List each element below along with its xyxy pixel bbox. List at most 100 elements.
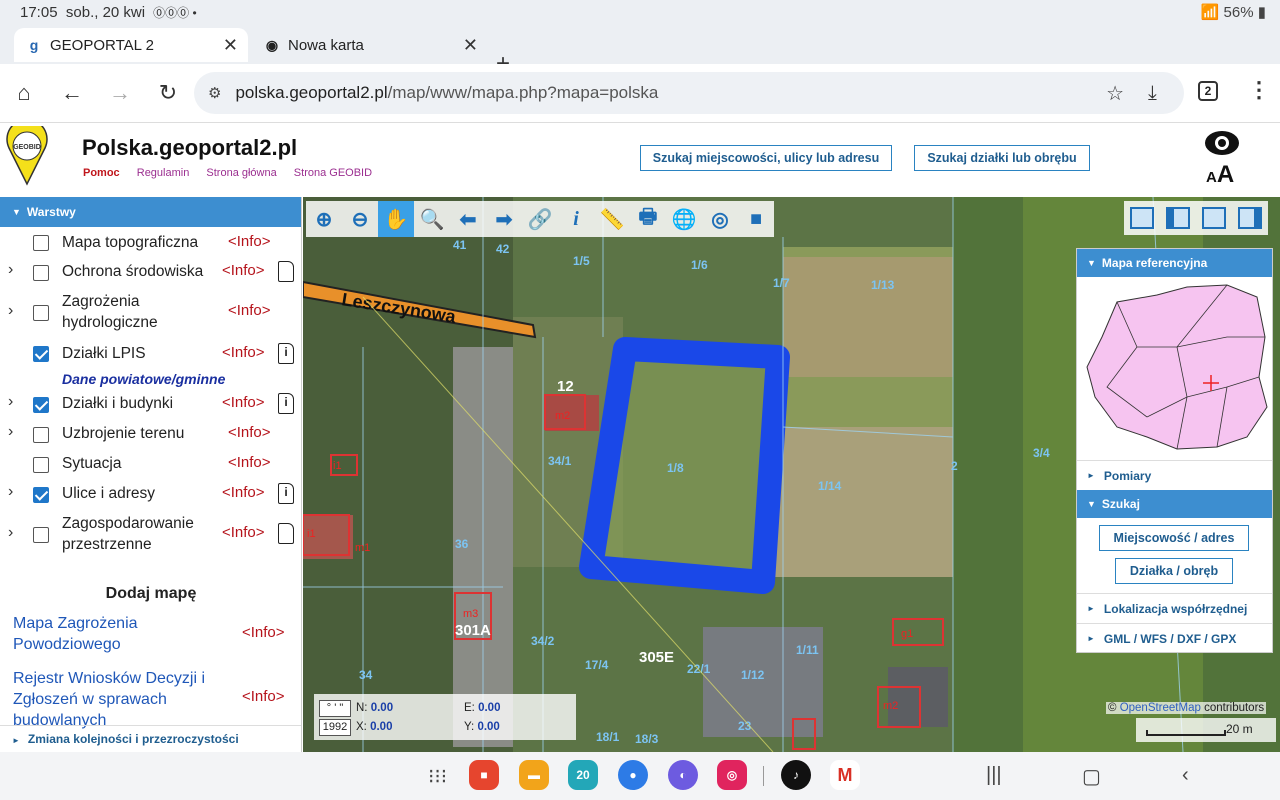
app-icon-calendar[interactable]: 20	[568, 760, 598, 790]
layer-info-link[interactable]: <Info>	[222, 394, 265, 411]
layers-panel-header[interactable]: ▼ Warstwy	[0, 197, 301, 227]
layer-checkbox[interactable]	[33, 235, 49, 251]
address-bar[interactable]: ⚙ polska.geoportal2.pl/map/www/mapa.php?…	[194, 72, 1184, 114]
coordinate-location-section[interactable]: ► Lokalizacja współrzędnej	[1077, 593, 1272, 623]
zoom-out-icon[interactable]: ⊖	[342, 201, 378, 237]
layout-export-icon[interactable]	[1196, 201, 1232, 235]
layer-info-link[interactable]: <Info>	[228, 233, 271, 250]
app-icon-camera[interactable]: ◎	[717, 760, 747, 790]
document-icon[interactable]	[278, 523, 294, 544]
search-parcel-panel-button[interactable]: Działka / obręb	[1115, 558, 1233, 584]
layer-checkbox[interactable]	[33, 305, 49, 321]
tab-new[interactable]: ◉ Nowa karta ✕	[252, 28, 488, 62]
app-icon-notes[interactable]: ■	[469, 760, 499, 790]
document-icon[interactable]	[278, 261, 294, 282]
reference-map-header[interactable]: ▼ Mapa referencyjna	[1077, 249, 1272, 277]
tab-count-button[interactable]: 2	[1198, 81, 1218, 101]
app-icon-tiktok[interactable]: ♪	[781, 760, 811, 790]
layout-left-panel-icon[interactable]	[1160, 201, 1196, 235]
svg-text:m3: m3	[463, 608, 478, 620]
layer-checkbox[interactable]	[33, 265, 49, 281]
video-camera-icon[interactable]: ■	[738, 201, 774, 237]
link-icon[interactable]: 🔗	[522, 201, 558, 237]
app-drawer-icon[interactable]: ⁝⁝⁝	[428, 764, 447, 789]
search-section-header[interactable]: ▼ Szukaj	[1077, 490, 1272, 518]
expand-chevron-icon[interactable]: ›	[8, 302, 13, 320]
tab-geoportal[interactable]: g GEOPORTAL 2 ✕	[14, 28, 248, 62]
font-size-toggle[interactable]: AA	[1206, 161, 1234, 189]
coord-format-button[interactable]: ° ' "	[319, 700, 351, 717]
back-icon[interactable]: ←	[58, 80, 86, 106]
flood-map-link[interactable]: Mapa Zagrożenia Powodziowego	[13, 613, 213, 655]
layer-info-link[interactable]: <Info>	[222, 262, 265, 279]
geobid-link[interactable]: Strona GEOBID	[294, 167, 372, 179]
previous-view-icon[interactable]: ⬅	[450, 201, 486, 237]
back-button-icon[interactable]: ‹	[1182, 764, 1189, 787]
layer-info-link[interactable]: <Info>	[222, 524, 265, 541]
building-register-info-link[interactable]: <Info>	[242, 688, 285, 705]
zoom-in-icon[interactable]: ⊕	[306, 201, 342, 237]
search-place-button[interactable]: Miejscowość / adres	[1099, 525, 1249, 551]
search-parcel-button[interactable]: Szukaj działki lub obrębu	[914, 145, 1090, 171]
next-view-icon[interactable]: ➡	[486, 201, 522, 237]
home-icon[interactable]: ⌂	[10, 80, 38, 106]
search-address-button[interactable]: Szukaj miejscowości, ulicy lub adresu	[640, 145, 892, 171]
layer-order-link[interactable]: ► Zmiana kolejności i przezroczystości	[0, 725, 301, 752]
layer-info-link[interactable]: <Info>	[228, 424, 271, 441]
app-icon-browser[interactable]: ◐	[668, 760, 698, 790]
reference-map-poland[interactable]	[1077, 277, 1272, 455]
app-icon-messages[interactable]: ●	[618, 760, 648, 790]
scale-bar: 20 m	[1136, 718, 1276, 742]
home-link[interactable]: Strona główna	[206, 167, 276, 179]
info-document-icon[interactable]: i	[278, 343, 294, 364]
accessibility-eye-icon[interactable]	[1204, 129, 1240, 157]
bookmark-star-icon[interactable]: ☆	[1106, 81, 1124, 106]
coord-system-button[interactable]: 1992	[319, 719, 351, 736]
measure-ruler-icon[interactable]: 📏	[594, 201, 630, 237]
forward-icon[interactable]: →	[106, 80, 134, 106]
layer-info-link[interactable]: <Info>	[222, 344, 265, 361]
layer-checkbox[interactable]	[33, 397, 49, 413]
layer-checkbox[interactable]	[33, 527, 49, 543]
geobid-logo[interactable]: GEOBID	[6, 126, 48, 186]
building-register-link[interactable]: Rejestr Wniosków Decyzji i Zgłoszeń w sp…	[13, 668, 223, 731]
terms-link[interactable]: Regulamin	[137, 167, 190, 179]
layout-full-icon[interactable]	[1124, 201, 1160, 235]
layer-checkbox[interactable]	[33, 427, 49, 443]
app-icon-files[interactable]: ▬	[519, 760, 549, 790]
target-icon[interactable]: ◎	[702, 201, 738, 237]
home-button-icon[interactable]: ▢	[1082, 764, 1101, 789]
layer-info-link[interactable]: <Info>	[228, 454, 271, 471]
info-icon[interactable]: i	[558, 201, 594, 237]
menu-icon[interactable]: ⋮	[1248, 78, 1270, 102]
export-section[interactable]: ► GML / WFS / DXF / GPX	[1077, 623, 1272, 653]
info-document-icon[interactable]: i	[278, 483, 294, 504]
zoom-extent-icon[interactable]: 🔍	[414, 201, 450, 237]
layer-info-link[interactable]: <Info>	[228, 302, 271, 319]
expand-chevron-icon[interactable]: ›	[8, 483, 13, 501]
recents-icon[interactable]: |||	[986, 764, 1002, 787]
expand-chevron-icon[interactable]: ›	[8, 261, 13, 279]
pan-hand-icon[interactable]: ✋	[378, 201, 414, 237]
reload-icon[interactable]: ↻	[154, 80, 182, 106]
flood-map-info-link[interactable]: <Info>	[242, 624, 285, 641]
expand-chevron-icon[interactable]: ›	[8, 393, 13, 411]
osm-link[interactable]: OpenStreetMap	[1120, 702, 1201, 714]
app-icon-gmail[interactable]: M	[830, 760, 860, 790]
globe-icon[interactable]: 🌐	[666, 201, 702, 237]
download-icon[interactable]: ⤓	[1148, 82, 1157, 105]
help-link[interactable]: Pomoc	[83, 167, 120, 179]
layer-checkbox[interactable]	[33, 487, 49, 503]
expand-chevron-icon[interactable]: ›	[8, 423, 13, 441]
info-document-icon[interactable]: i	[278, 393, 294, 414]
layer-info-link[interactable]: <Info>	[222, 484, 265, 501]
close-tab-icon[interactable]: ✕	[223, 35, 238, 56]
layer-checkbox[interactable]	[33, 457, 49, 473]
print-icon[interactable]: 🖶	[630, 201, 666, 237]
measure-section[interactable]: ► Pomiary	[1077, 460, 1272, 490]
close-tab-icon[interactable]: ✕	[463, 35, 478, 56]
expand-chevron-icon[interactable]: ›	[8, 524, 13, 542]
site-settings-icon[interactable]: ⚙	[208, 84, 221, 102]
layer-checkbox[interactable]	[33, 346, 49, 362]
layout-right-panel-icon[interactable]	[1232, 201, 1268, 235]
